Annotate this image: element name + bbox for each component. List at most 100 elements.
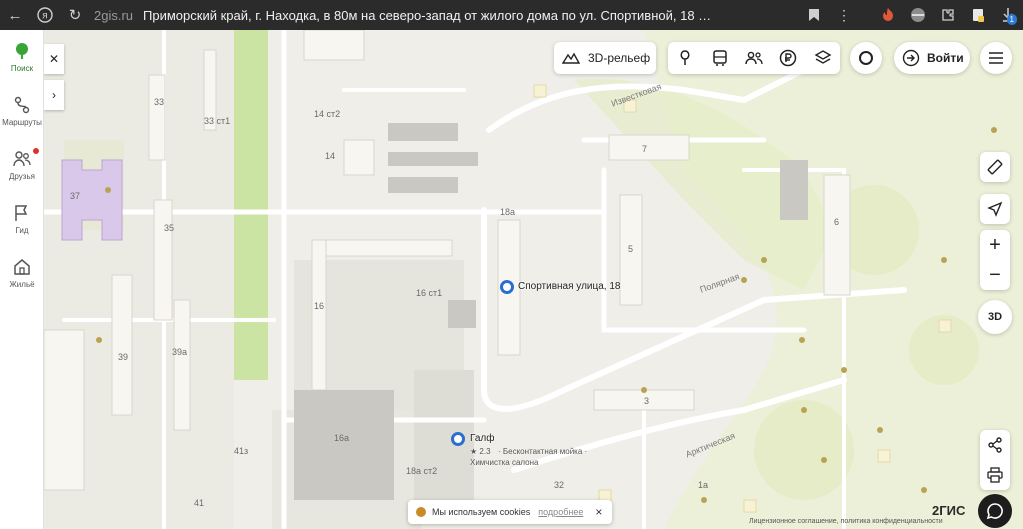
cookie-icon — [416, 507, 426, 517]
back-icon[interactable]: ← — [0, 0, 30, 30]
business-details: · Бесконтактная мойка · — [498, 447, 588, 456]
house-number: 6 — [834, 217, 840, 227]
chat-button[interactable] — [978, 494, 1012, 528]
house-number: 16 ст1 — [416, 288, 443, 298]
extension-flame-icon[interactable] — [873, 0, 903, 30]
sidebar-item-friends[interactable]: Друзья — [0, 138, 44, 192]
house-number: 16 — [314, 301, 325, 311]
navigation-arrow-icon — [987, 201, 1003, 217]
house-number: 37 — [70, 191, 81, 201]
sidebar-item-label: Жильё — [9, 280, 35, 289]
business-marker[interactable] — [451, 432, 465, 446]
extension-download-icon[interactable]: 1 — [993, 0, 1023, 30]
cookie-close-button[interactable]: × — [595, 505, 602, 519]
friends-icon — [13, 151, 31, 167]
locate-button[interactable] — [980, 194, 1010, 224]
house-number: 33 ст1 — [204, 116, 231, 126]
circle-icon — [859, 51, 873, 65]
chat-icon — [986, 503, 1003, 520]
sidebar-item-label: Гид — [15, 226, 29, 235]
sidebar-item-label: Поиск — [10, 64, 34, 73]
bus-icon[interactable] — [707, 45, 733, 71]
house-number: 14 — [325, 151, 336, 161]
login-label: Войти — [927, 51, 964, 65]
brand-logo: 2ГИС — [932, 503, 966, 518]
cookie-more-link[interactable]: подробнее — [538, 507, 583, 517]
house-number: 18а — [500, 207, 516, 217]
address-marker-label[interactable]: Спортивная улица, 18 — [518, 281, 620, 292]
printer-icon — [987, 467, 1003, 483]
more-icon[interactable]: ⋮ — [829, 0, 859, 30]
reload-icon[interactable]: ↻ — [60, 0, 90, 30]
house-number: 39а — [172, 347, 188, 357]
sidebar-item-search[interactable]: Поиск — [0, 30, 44, 84]
house-number: 1а — [698, 480, 709, 490]
extension-document-icon[interactable] — [963, 0, 993, 30]
house-number: 41 — [194, 498, 205, 508]
zoom-out-button[interactable]: − — [980, 260, 1010, 290]
hamburger-icon — [989, 52, 1003, 64]
address-marker[interactable] — [500, 280, 514, 294]
print-button[interactable] — [980, 460, 1010, 490]
route-icon — [14, 96, 30, 114]
layers-icon[interactable] — [810, 45, 836, 71]
bookmark-icon[interactable] — [799, 0, 829, 30]
flag-icon — [15, 205, 28, 221]
business-marker-title[interactable]: Галф — [470, 433, 494, 444]
house-number: 18а ст2 — [406, 466, 438, 476]
ruler-button[interactable] — [980, 152, 1010, 182]
zoom-in-button[interactable]: + — [980, 230, 1010, 260]
relief-icon — [562, 52, 580, 64]
login-icon — [902, 49, 920, 67]
left-sidebar: Поиск Маршруты Друзья Гид Жильё — [0, 30, 44, 529]
friends-layer-icon[interactable] — [741, 45, 767, 71]
relief-3d-button[interactable]: 3D-рельеф — [554, 42, 656, 74]
house-number: 39 — [118, 352, 129, 362]
notification-dot — [33, 148, 39, 154]
tree-icon — [16, 43, 28, 59]
extension-puzzle-icon[interactable] — [933, 0, 963, 30]
business-details-2: Химчистка салона — [470, 458, 539, 467]
expand-panel-button[interactable]: › — [44, 80, 64, 110]
page-title: Приморский край, г. Находка, в 80м на се… — [143, 7, 714, 23]
share-button[interactable] — [980, 430, 1010, 460]
url-domain[interactable]: 2gis.ru — [94, 8, 133, 23]
yandex-icon[interactable]: я — [30, 0, 60, 30]
house-number: 5 — [628, 244, 634, 254]
sidebar-item-housing[interactable]: Жильё — [0, 246, 44, 300]
ruble-icon[interactable] — [775, 45, 801, 71]
cookie-banner: Мы используем cookies подробнее × — [408, 500, 612, 524]
house-number: 3 — [644, 396, 650, 406]
share-icon — [988, 437, 1002, 453]
relief-label: 3D-рельеф — [588, 51, 651, 65]
zoom-controls: + − — [980, 230, 1010, 290]
layers-toolbar — [668, 42, 840, 74]
sidebar-item-label: Друзья — [9, 172, 35, 181]
ruler-icon — [987, 159, 1003, 175]
close-panel-button[interactable]: ✕ — [44, 44, 64, 74]
license-link[interactable]: Лицензионное соглашение, политика конфид… — [749, 518, 943, 525]
browser-toolbar: ← я ↻ 2gis.ru Приморский край, г. Находк… — [0, 0, 1023, 30]
download-count-badge: 1 — [1006, 14, 1017, 25]
login-button[interactable]: Войти — [894, 42, 970, 74]
house-number: 35 — [164, 223, 175, 233]
sidebar-item-label: Маршруты — [2, 118, 42, 127]
cookie-text: Мы используем cookies — [432, 507, 531, 517]
map-canvas[interactable]: 33 33 ст1 14 ст2 14 37 35 18а 7 5 6 16 с… — [44, 30, 1023, 529]
house-number: 16а — [334, 433, 350, 443]
menu-button[interactable] — [980, 42, 1012, 74]
theme-toggle-button[interactable] — [850, 42, 882, 74]
house-number: 7 — [642, 144, 648, 154]
house-number: 14 ст2 — [314, 109, 341, 119]
sidebar-item-guide[interactable]: Гид — [0, 192, 44, 246]
view-3d-button[interactable]: 3D — [978, 300, 1012, 334]
house-number: 33 — [154, 97, 165, 107]
svg-text:я: я — [42, 11, 47, 22]
business-rating: ★ 2.3 — [470, 447, 491, 456]
extension-vpn-icon[interactable] — [903, 0, 933, 30]
house-icon — [14, 259, 30, 275]
house-number: 41з — [234, 446, 249, 456]
sidebar-item-routes[interactable]: Маршруты — [0, 84, 44, 138]
house-number: 32 — [554, 480, 565, 490]
tree-layer-icon[interactable] — [672, 45, 698, 71]
